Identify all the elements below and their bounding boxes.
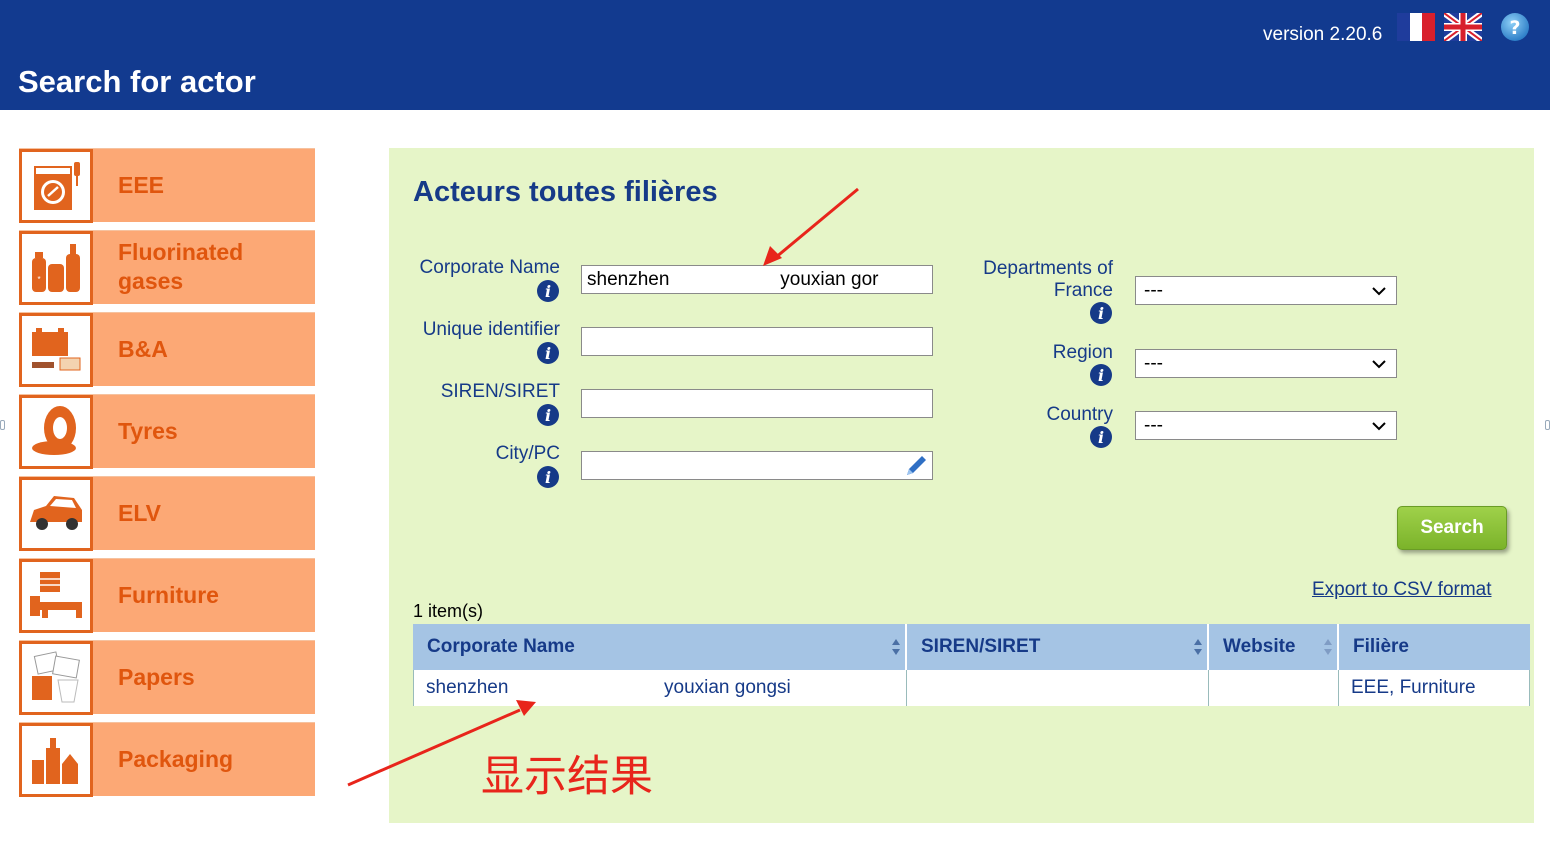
- search-button[interactable]: Search: [1397, 506, 1507, 550]
- version-text: version 2.20.6: [1263, 24, 1383, 45]
- info-icon[interactable]: i: [1089, 363, 1113, 387]
- papers-icon: [19, 641, 93, 715]
- sort-icon[interactable]: [891, 637, 901, 657]
- car-icon: [19, 477, 93, 551]
- column-header-label: SIREN/SIRET: [921, 636, 1041, 657]
- sidebar-item-label-text: Fluorinated gases: [118, 239, 244, 294]
- country-label: Country: [1046, 404, 1113, 425]
- item-count: 1 item(s): [413, 601, 484, 621]
- sidebar-item-label: Fluorinated gases: [118, 238, 268, 296]
- departments-select-value: ---: [1144, 279, 1163, 301]
- flag-uk-icon[interactable]: [1444, 13, 1482, 41]
- info-icon[interactable]: i: [536, 465, 560, 489]
- corporate-name-label: Corporate Name: [419, 257, 560, 278]
- corporate-name-part-2: youxian gongsi: [664, 677, 791, 698]
- chevron-down-icon: [1372, 287, 1386, 296]
- info-icon[interactable]: i: [1089, 425, 1113, 449]
- svg-text:i: i: [545, 282, 551, 301]
- column-header-filiere[interactable]: Filière: [1339, 624, 1530, 670]
- info-icon[interactable]: i: [536, 341, 560, 365]
- info-icon[interactable]: i: [1089, 301, 1113, 325]
- siren-siret-input[interactable]: [581, 389, 933, 418]
- pencil-icon[interactable]: [901, 451, 931, 481]
- column-header-label: Filière: [1353, 636, 1409, 657]
- flag-fr-icon[interactable]: [1397, 13, 1435, 41]
- table-cell-siren-siret: [907, 670, 1209, 706]
- country-select[interactable]: ---: [1135, 411, 1397, 440]
- sidebar-item-furniture[interactable]: Furniture: [19, 558, 315, 633]
- city-pc-input[interactable]: [581, 451, 933, 480]
- column-header-website[interactable]: Website: [1209, 624, 1339, 670]
- sidebar-item-elv[interactable]: ELV: [19, 476, 315, 551]
- tyre-icon: [19, 395, 93, 469]
- table-cell-corporate-name: shenzhen youxian gongsi: [413, 670, 907, 706]
- sidebar-item-packaging[interactable]: Packaging: [19, 722, 315, 797]
- sort-icon[interactable]: [1193, 637, 1203, 657]
- search-panel: Acteurs toutes filières Corporate Name i…: [389, 148, 1534, 823]
- region-select[interactable]: ---: [1135, 349, 1397, 378]
- info-icon[interactable]: i: [536, 403, 560, 427]
- chevron-down-icon: [1372, 360, 1386, 369]
- sidebar-item-label: B&A: [118, 336, 168, 362]
- gas-cylinder-icon: *: [19, 231, 93, 305]
- annotation-text: 显示结果: [481, 752, 653, 802]
- unique-identifier-label: Unique identifier: [422, 319, 560, 340]
- info-icon[interactable]: i: [536, 279, 560, 303]
- sort-icon[interactable]: [1323, 637, 1333, 657]
- sidebar-item-fluorinated-gases[interactable]: * Fluorinated gases: [19, 230, 315, 305]
- siren-siret-label: SIREN/SIRET: [440, 381, 560, 402]
- departments-label: Departments of France: [983, 258, 1113, 302]
- column-header-label: Corporate Name: [427, 636, 575, 657]
- sidebar-item-label: Tyres: [118, 418, 178, 444]
- column-header-corporate-name[interactable]: Corporate Name: [413, 624, 907, 670]
- unique-identifier-input[interactable]: [581, 327, 933, 356]
- corporate-name-part-1: shenzhen: [426, 677, 509, 698]
- departments-select[interactable]: ---: [1135, 276, 1397, 305]
- export-csv-link[interactable]: Export to CSV format: [1312, 579, 1492, 601]
- sidebar-item-tyres[interactable]: Tyres: [19, 394, 315, 469]
- corporate-name-input[interactable]: [581, 265, 933, 294]
- sidebar-item-papers[interactable]: Papers: [19, 640, 315, 715]
- svg-text:i: i: [545, 406, 551, 425]
- sidebar-item-label: Papers: [118, 664, 195, 690]
- column-header-siren-siret[interactable]: SIREN/SIRET: [907, 624, 1209, 670]
- region-label: Region: [1052, 342, 1113, 363]
- sidebar-item-label: Furniture: [118, 582, 219, 608]
- right-edge-handle: [1545, 420, 1550, 430]
- panel-title: Acteurs toutes filières: [413, 176, 718, 208]
- departments-label-line1: Departments of: [983, 258, 1113, 279]
- battery-icon: [19, 313, 93, 387]
- washing-machine-icon: [19, 149, 93, 223]
- help-icon[interactable]: ?: [1500, 12, 1530, 42]
- region-select-value: ---: [1144, 352, 1163, 374]
- departments-label-line2: France: [1053, 280, 1113, 301]
- sidebar-item-label: ELV: [118, 500, 162, 526]
- table-cell-website: [1209, 670, 1339, 706]
- sidebar-item-eee[interactable]: EEE: [19, 148, 315, 223]
- svg-text:i: i: [1098, 304, 1104, 323]
- svg-text:i: i: [1098, 366, 1104, 385]
- sidebar-item-label: Packaging: [118, 746, 234, 772]
- svg-text:i: i: [545, 468, 551, 487]
- svg-text:i: i: [1098, 428, 1104, 447]
- sidebar-item-b-and-a[interactable]: B&A: [19, 312, 315, 387]
- city-pc-label: City/PC: [495, 443, 560, 464]
- furniture-icon: [19, 559, 93, 633]
- packaging-icon: [19, 723, 93, 797]
- column-header-label: Website: [1223, 636, 1296, 657]
- page-title: Search for actor: [18, 64, 256, 99]
- svg-text:?: ?: [1509, 17, 1520, 39]
- top-header: Search for actor version 2.20.6 ?: [0, 0, 1550, 110]
- svg-text:i: i: [545, 344, 551, 363]
- sidebar-item-label: EEE: [118, 172, 165, 198]
- left-edge-handle: [0, 420, 5, 430]
- svg-text:*: *: [37, 275, 40, 284]
- country-select-value: ---: [1144, 414, 1163, 436]
- chevron-down-icon: [1372, 422, 1386, 431]
- table-cell-filiere: EEE, Furniture: [1339, 670, 1530, 706]
